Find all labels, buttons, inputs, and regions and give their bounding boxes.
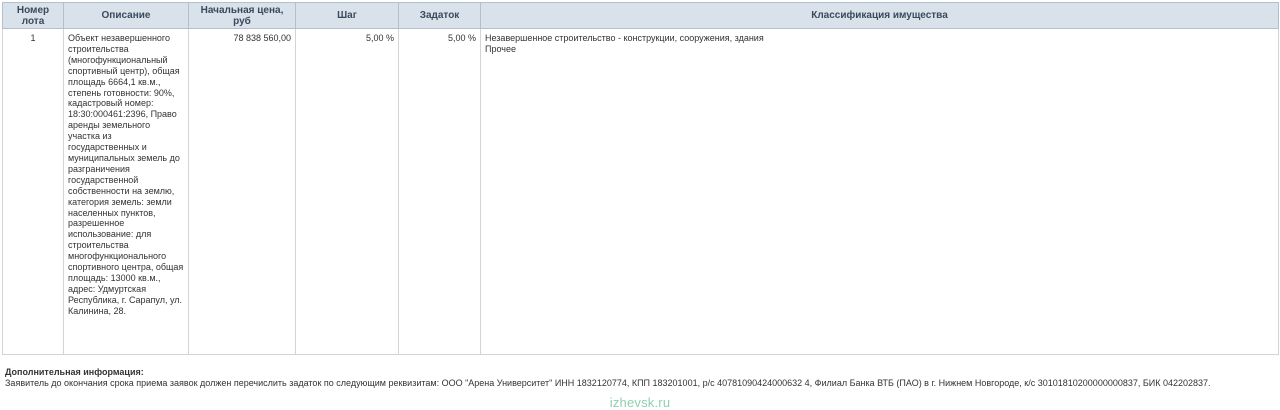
lot-classification-cell: Незавершенное строительство - конструкци… — [480, 28, 1279, 355]
header-lot-number: Номер лота — [2, 2, 64, 29]
lot-start-price-cell: 78 838 560,00 — [188, 28, 296, 355]
additional-info-text: Заявитель до окончания срока приема заяв… — [5, 378, 1211, 388]
classification-item: Незавершенное строительство - конструкци… — [485, 33, 764, 43]
header-start-price: Начальная цена, руб — [188, 2, 296, 29]
header-deposit: Задаток — [398, 2, 481, 29]
lots-table: Номер лота Описание Начальная цена, руб … — [2, 2, 1279, 355]
lot-deposit-cell: 5,00 % — [398, 28, 481, 355]
header-description: Описание — [63, 2, 189, 29]
table-header-row: Номер лота Описание Начальная цена, руб … — [2, 2, 1279, 29]
watermark: izhevsk.ru — [609, 395, 671, 410]
additional-info-title: Дополнительная информация: — [5, 367, 144, 377]
classification-item: Прочее — [485, 43, 516, 54]
table-row: 1 Объект незавершенного строительства (м… — [2, 28, 1279, 355]
lot-number-cell: 1 — [2, 28, 64, 355]
header-step: Шаг — [295, 2, 399, 29]
lot-step-cell: 5,00 % — [295, 28, 399, 355]
additional-info: Дополнительная информация: Заявитель до … — [5, 367, 1277, 389]
lot-description-cell: Объект незавершенного строительства (мно… — [63, 28, 189, 355]
header-classification: Классификация имущества — [480, 2, 1279, 29]
